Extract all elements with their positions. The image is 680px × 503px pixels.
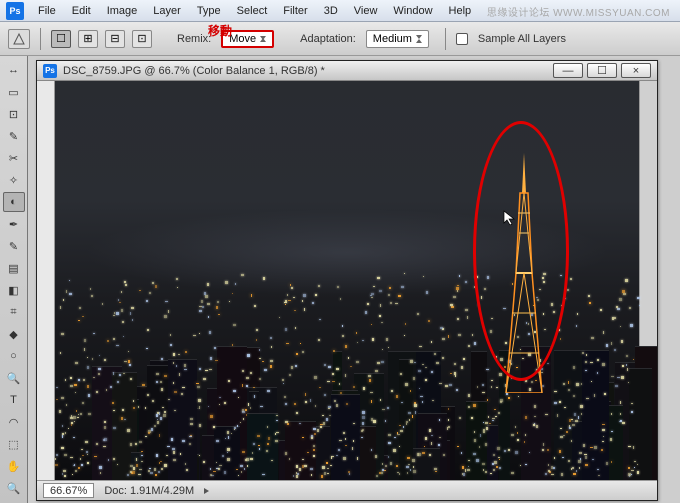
mode-subtract-button[interactable]: ⊟ (105, 30, 125, 48)
blur-tool-icon[interactable]: ◆ (3, 324, 25, 344)
sample-all-label: Sample All Layers (478, 33, 566, 45)
menu-edit[interactable]: Edit (64, 0, 99, 22)
menu-select[interactable]: Select (229, 0, 276, 22)
menu-image[interactable]: Image (99, 0, 146, 22)
app-logo-icon: Ps (6, 2, 24, 20)
path-tool-icon[interactable]: ◠ (3, 412, 25, 432)
doc-size-label: Doc: 1.91M/4.29M (104, 485, 194, 497)
scrollbar-left[interactable] (37, 81, 55, 480)
sample-all-checkbox[interactable] (456, 33, 468, 45)
hand-tool-icon[interactable]: ✋ (3, 456, 25, 476)
adaptation-value: Medium (373, 33, 412, 45)
zoom-field[interactable]: 66.67% (43, 483, 94, 498)
menu-window[interactable]: Window (385, 0, 440, 22)
canvas-area[interactable] (37, 81, 657, 480)
gradient-tool-icon[interactable]: ⌗ (3, 302, 25, 322)
remix-value: Move (229, 33, 256, 45)
divider (445, 28, 446, 50)
eraser-tool-icon[interactable]: ◧ (3, 280, 25, 300)
divider (40, 28, 41, 50)
menu-help[interactable]: Help (441, 0, 480, 22)
minimize-button[interactable]: — (553, 63, 583, 78)
doc-icon: Ps (43, 64, 57, 78)
mode-intersect-button[interactable]: ⊡ (132, 30, 152, 48)
maximize-button[interactable]: ☐ (587, 63, 617, 78)
lasso-tool-icon[interactable]: ⊡ (3, 104, 25, 124)
menu-3d[interactable]: 3D (316, 0, 346, 22)
remix-label: Remix: (177, 33, 211, 45)
options-bar: ☐ ⊞ ⊟ ⊡ Remix: Move Adaptation: Medium S… (0, 22, 680, 56)
type-tool-icon[interactable]: T (3, 390, 25, 410)
zoom-tool-icon[interactable]: 🔍 (3, 478, 25, 498)
crop-tool-icon[interactable]: ✂ (3, 148, 25, 168)
mode-new-button[interactable]: ☐ (51, 30, 71, 48)
shape-tool-icon[interactable]: ⬚ (3, 434, 25, 454)
status-bar: 66.67% Doc: 1.91M/4.29M (37, 480, 657, 500)
menu-type[interactable]: Type (189, 0, 229, 22)
mode-add-button[interactable]: ⊞ (78, 30, 98, 48)
menu-layer[interactable]: Layer (145, 0, 189, 22)
workspace: ↔ ▭ ⊡ ✎ ✂ ✧ ◐ ✒ ✎ ▤ ◧ ⌗ ◆ ○ 🔍 T ◠ ⬚ ✋ 🔍 … (0, 56, 680, 503)
healing-tool-icon[interactable]: ◐ (3, 192, 25, 212)
eyedropper-tool-icon[interactable]: ✧ (3, 170, 25, 190)
stamp-tool-icon[interactable]: ✎ (3, 236, 25, 256)
status-arrow-icon[interactable] (204, 488, 209, 494)
document-titlebar: Ps DSC_8759.JPG @ 66.7% (Color Balance 1… (37, 61, 657, 81)
close-button[interactable]: × (621, 63, 651, 78)
history-brush-tool-icon[interactable]: ▤ (3, 258, 25, 278)
document-window: Ps DSC_8759.JPG @ 66.7% (Color Balance 1… (36, 60, 658, 501)
annotation-text: 移動 (208, 22, 232, 39)
move-tool-icon[interactable]: ↔ (3, 60, 25, 80)
brush-tool-icon[interactable]: ✒ (3, 214, 25, 234)
adaptation-label: Adaptation: (300, 33, 356, 45)
marquee-tool-icon[interactable]: ▭ (3, 82, 25, 102)
wand-tool-icon[interactable]: ✎ (3, 126, 25, 146)
dodge-tool-icon[interactable]: ○ (3, 346, 25, 366)
menu-file[interactable]: File (30, 0, 64, 22)
watermark: 思缘设计论坛 WWW.MISSYUAN.COM (487, 4, 670, 19)
image-content (55, 81, 639, 480)
toolbox: ↔ ▭ ⊡ ✎ ✂ ✧ ◐ ✒ ✎ ▤ ◧ ⌗ ◆ ○ 🔍 T ◠ ⬚ ✋ 🔍 (0, 56, 28, 503)
document-title: DSC_8759.JPG @ 66.7% (Color Balance 1, R… (63, 65, 553, 77)
menu-filter[interactable]: Filter (275, 0, 315, 22)
adaptation-dropdown[interactable]: Medium (366, 30, 429, 48)
pen-tool-icon[interactable]: 🔍 (3, 368, 25, 388)
menu-view[interactable]: View (346, 0, 386, 22)
tool-preset-icon[interactable] (8, 29, 30, 49)
